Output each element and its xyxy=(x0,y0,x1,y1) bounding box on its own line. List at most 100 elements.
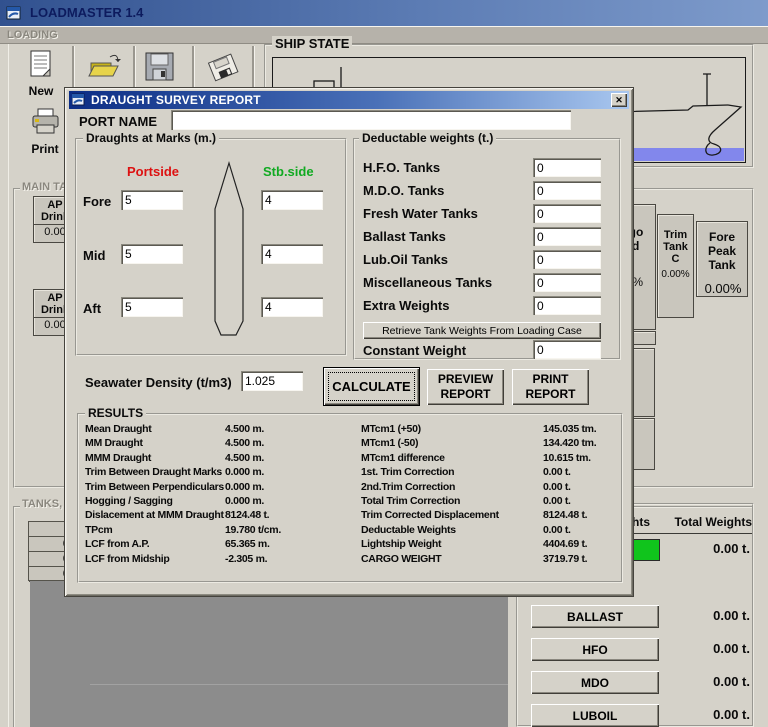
window-edge xyxy=(8,44,9,727)
total-luboil-button[interactable]: LUBOIL xyxy=(531,704,659,727)
results-label: Trim Between Perpendiculars xyxy=(85,480,224,493)
results-row: MM Draught 4.500 m. xyxy=(85,437,355,451)
constant-weight-label: Constant Weight xyxy=(363,343,467,358)
trim-cell-line2: Tank xyxy=(663,241,688,253)
fore-peak-line2: Peak xyxy=(707,244,737,258)
preview-report-button[interactable]: PREVIEW REPORT xyxy=(427,369,504,405)
results-left-column: Mean Draught 4.500 m. MM Draught 4.500 m. MM… xyxy=(85,423,355,567)
results-label: 1st. Trim Correction xyxy=(361,466,455,479)
app-icon xyxy=(6,5,22,21)
results-row: Lightship Weight 4404.69 t. xyxy=(361,538,621,552)
draught-stb-input[interactable] xyxy=(261,190,323,210)
results-label: Mean Draught xyxy=(85,423,152,435)
results-label: MTcm1 difference xyxy=(361,451,445,464)
app-window: LOADMASTER 1.4 LOADING New Print SHIP ST… xyxy=(0,0,768,727)
toolbar-print-button[interactable]: Print xyxy=(22,106,68,158)
close-button[interactable]: ✕ xyxy=(611,93,627,107)
deductable-group: Deductable weights (t.) H.F.O. Tanks M.D.… xyxy=(353,131,621,360)
deductable-row-input[interactable] xyxy=(533,158,601,177)
results-row: 2nd.Trim Correction 0.00 t. xyxy=(361,481,621,495)
results-row: Deductable Weights 0.00 t. xyxy=(361,524,621,538)
total-weights-header: Total Weights xyxy=(674,515,752,529)
total-mdo-button[interactable]: MDO xyxy=(531,671,659,694)
results-value: 4.500 m. xyxy=(225,423,265,435)
results-value: 0.000 m. xyxy=(225,494,265,507)
results-value: -2.305 m. xyxy=(225,552,268,565)
draught-port-input[interactable] xyxy=(121,297,183,317)
results-label: Trim Corrected Displacement xyxy=(361,509,499,522)
toolbar-save-button[interactable] xyxy=(141,50,181,86)
stbside-header: Stb.side xyxy=(263,164,314,179)
constant-weight-input[interactable] xyxy=(533,340,601,359)
draught-port-input[interactable] xyxy=(121,244,183,264)
results-row: Hogging / Sagging 0.000 m. xyxy=(85,495,355,509)
results-row: TPcm 19.780 t/cm. xyxy=(85,524,355,538)
draught-survey-dialog: DRAUGHT SURVEY REPORT ✕ PORT NAME Draugh… xyxy=(64,87,634,597)
results-right-column: MTcm1 (+50) 145.035 tm. MTcm1 (-50) 134.420… xyxy=(361,423,621,567)
results-label: CARGO WEIGHT xyxy=(361,552,442,565)
deductable-row-label: H.F.O. Tanks xyxy=(363,160,441,175)
deductable-row-input[interactable] xyxy=(533,273,601,292)
deductable-row-input[interactable] xyxy=(533,296,601,315)
trim-tank-c-cell[interactable]: Trim Tank C 0.00% xyxy=(657,214,694,318)
hull-outline-drawing xyxy=(214,160,244,336)
print-report-button[interactable]: PRINT REPORT xyxy=(512,369,589,405)
total-ballast-button[interactable]: BALLAST xyxy=(531,605,659,628)
total-hfo-button[interactable]: HFO xyxy=(531,638,659,661)
deductable-row-input[interactable] xyxy=(533,181,601,200)
results-value: 19.780 t/cm. xyxy=(225,523,281,536)
toolbar-new-label: New xyxy=(28,84,54,98)
results-value: 0.00 t. xyxy=(543,494,571,507)
total-ballast-value: 0.00 t. xyxy=(713,608,750,623)
open-folder-icon xyxy=(88,54,124,88)
results-label: Hogging / Sagging xyxy=(85,494,173,507)
dialog-title: DRAUGHT SURVEY REPORT xyxy=(91,93,261,107)
results-value: 0.000 m. xyxy=(225,466,265,479)
results-label: MTcm1 (+50) xyxy=(361,423,421,435)
results-value: 65.365 m. xyxy=(225,538,270,551)
results-title: RESULTS xyxy=(85,406,147,420)
app-title: LOADMASTER 1.4 xyxy=(30,5,144,20)
deductable-row-input[interactable] xyxy=(533,227,601,246)
results-value: 145.035 tm. xyxy=(543,423,597,435)
draughts-group: Draughts at Marks (m.) Portside Stb.side… xyxy=(75,131,347,356)
results-row: Trim Corrected Displacement 8124.48 t. xyxy=(361,509,621,523)
retrieve-tank-weights-button[interactable]: Retrieve Tank Weights From Loading Case xyxy=(363,322,601,339)
tilted-diskette-icon xyxy=(204,53,242,88)
draught-stb-input[interactable] xyxy=(261,244,323,264)
draught-port-input[interactable] xyxy=(121,190,183,210)
save-floppy-icon xyxy=(141,52,179,88)
results-group: RESULTS Mean Draught 4.500 m. MM Draught 4.… xyxy=(77,406,623,583)
results-value: 8124.48 t. xyxy=(543,509,588,522)
total-hfo-value: 0.00 t. xyxy=(713,641,750,656)
deductable-row-input[interactable] xyxy=(533,250,601,269)
port-name-input[interactable] xyxy=(171,110,571,130)
draught-stb-input[interactable] xyxy=(261,297,323,317)
deductable-row-input[interactable] xyxy=(533,204,601,223)
results-value: 4.500 m. xyxy=(225,437,265,450)
results-row: Mean Draught 4.500 m. xyxy=(85,423,355,437)
deductable-row-label: M.D.O. Tanks xyxy=(363,183,445,198)
results-value: 0.00 t. xyxy=(543,466,571,479)
dialog-icon xyxy=(72,93,86,107)
toolbar-new-button[interactable]: New xyxy=(18,47,64,98)
trim-cell-line3: C xyxy=(671,253,680,265)
toolbar-delete-button[interactable] xyxy=(204,50,244,86)
toolbar-open-button[interactable] xyxy=(88,50,126,86)
results-row: MMM Draught 4.500 m. xyxy=(85,452,355,466)
results-value: 0.000 m. xyxy=(225,480,265,493)
total-luboil-value: 0.00 t. xyxy=(713,707,750,722)
results-label: Total Trim Correction xyxy=(361,494,461,507)
results-label: Dislacement at MMM Draught xyxy=(85,509,224,522)
results-value: 4404.69 t. xyxy=(543,538,588,551)
port-name-label: PORT NAME xyxy=(79,114,157,129)
results-label: 2nd.Trim Correction xyxy=(361,480,456,493)
seawater-density-input[interactable] xyxy=(241,371,303,391)
calculate-button[interactable]: CALCULATE xyxy=(324,368,419,405)
dialog-titlebar[interactable]: DRAUGHT SURVEY REPORT ✕ xyxy=(69,91,629,109)
results-label: MTcm1 (-50) xyxy=(361,437,419,450)
results-row: LCF from A.P. 65.365 m. xyxy=(85,538,355,552)
results-row: MTcm1 difference 10.615 tm. xyxy=(361,452,621,466)
seawater-density-label: Seawater Density (t/m3) xyxy=(85,375,232,390)
results-row: Dislacement at MMM Draught 8124.48 t. xyxy=(85,509,355,523)
